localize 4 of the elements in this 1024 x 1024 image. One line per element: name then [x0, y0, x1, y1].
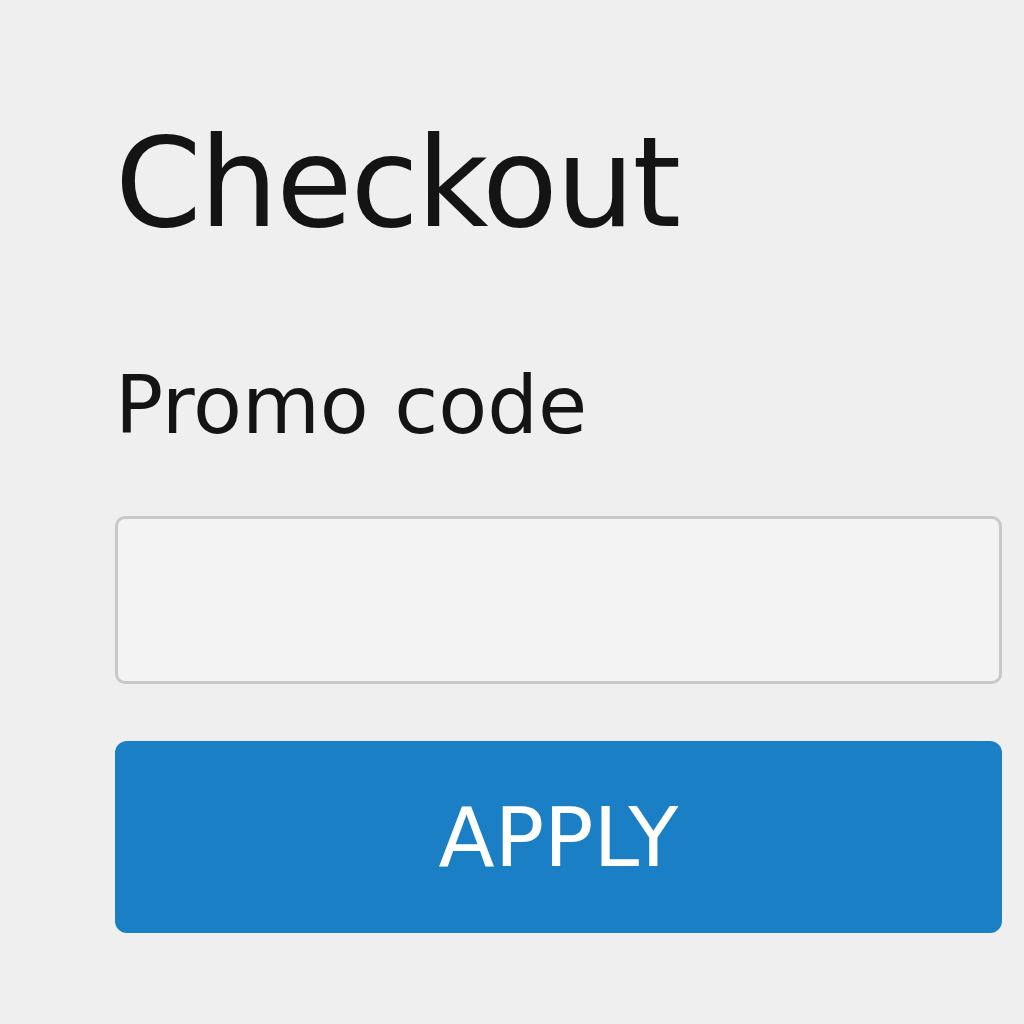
page-title: Checkout [115, 118, 681, 249]
promo-code-field[interactable] [115, 516, 1002, 685]
apply-button[interactable]: APPLY [115, 741, 1002, 934]
promo-code-label: Promo code [115, 366, 589, 447]
